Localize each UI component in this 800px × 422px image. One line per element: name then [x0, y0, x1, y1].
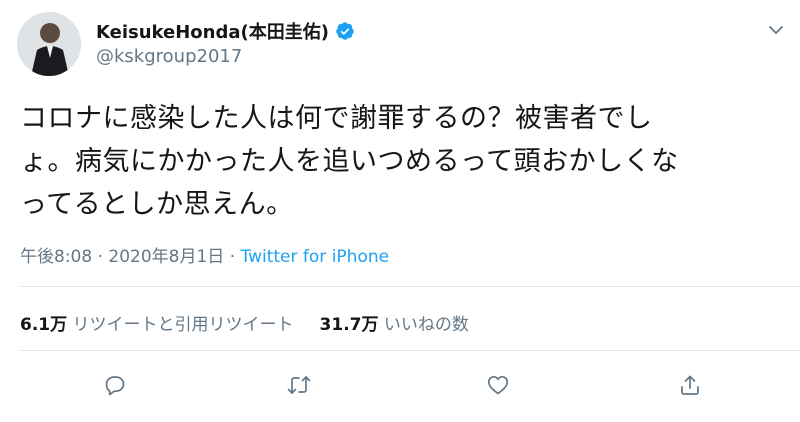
divider [20, 286, 800, 287]
likes-count: 31.7万 [319, 315, 379, 335]
divider [20, 350, 800, 351]
tweet-date[interactable]: 2020年8月1日 [108, 247, 224, 267]
retweets-stat[interactable]: 6.1万 リツイートと引用リツイート [20, 315, 294, 335]
chevron-down-icon[interactable] [766, 20, 786, 40]
tweet-line: ってるとしか思えん。 [20, 189, 294, 220]
likes-label: いいねの数 [383, 315, 469, 335]
tweet-text: コロナに感染した人は何で謝罪するの？被害者でし ょ。病気にかかった人を追いつめる… [20, 97, 780, 226]
share-button[interactable] [675, 370, 705, 400]
verified-badge-icon [335, 21, 355, 41]
reply-icon [105, 376, 125, 396]
retweets-count: 6.1万 [20, 315, 68, 335]
tweet-line: ょ。病気にかかった人を追いつめるって頭おかしくな [20, 146, 679, 177]
tweet-time[interactable]: 午後8:08 [20, 247, 92, 267]
display-name[interactable]: KeisukeHonda(本田圭佑) [96, 18, 329, 44]
meta-separator: · [224, 247, 241, 267]
tweet-actions [0, 370, 800, 404]
retweets-label: リツイートと引用リツイート [72, 315, 294, 335]
likes-stat[interactable]: 31.7万 いいねの数 [320, 315, 469, 335]
tweet-meta: 午後8:08 · 2020年8月1日 · Twitter for iPhone [20, 242, 389, 267]
tweet-stats: 6.1万 リツイートと引用リツイート 31.7万 いいねの数 [20, 310, 469, 335]
retweet-button[interactable] [284, 370, 314, 400]
reply-button[interactable] [100, 370, 130, 400]
retweet-icon [287, 376, 311, 394]
tweet-line: コロナに感染した人は何で謝罪するの？被害者でし [20, 103, 653, 134]
user-handle[interactable]: @kskgroup2017 [96, 46, 242, 67]
like-button[interactable] [483, 370, 513, 400]
heart-icon [487, 375, 509, 395]
meta-separator: · [92, 247, 109, 267]
share-icon [681, 375, 699, 395]
profile-photo-icon [17, 12, 81, 76]
tweet-client-link[interactable]: Twitter for iPhone [241, 247, 390, 267]
avatar[interactable] [17, 12, 81, 76]
